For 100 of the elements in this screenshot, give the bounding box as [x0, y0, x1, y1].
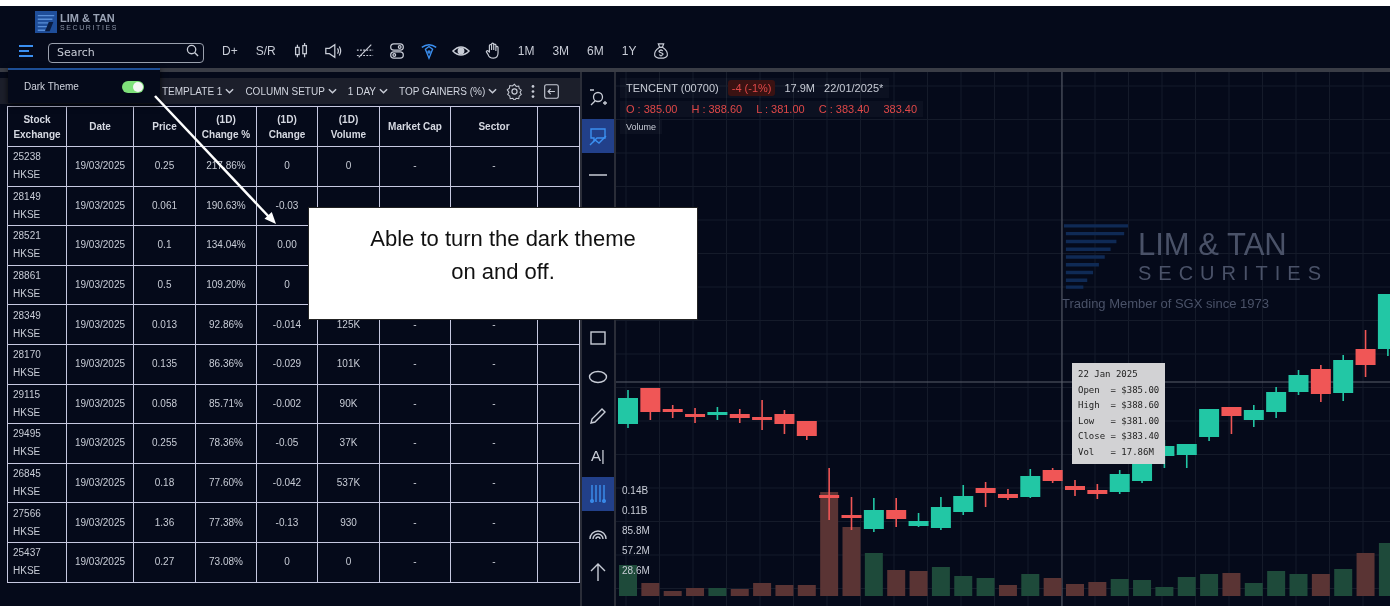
volume-bar [1244, 583, 1263, 596]
toolbar-button[interactable]: 1Y [619, 44, 639, 58]
table-cell: - [492, 477, 496, 489]
column-header: (1D) Volume [317, 106, 380, 147]
settings-icon[interactable] [506, 82, 524, 100]
table-cell: 0.18 [154, 477, 175, 489]
change-badge: -4 (-1%) [727, 80, 776, 96]
dropdown-button[interactable]: 1 DAY [345, 85, 390, 97]
table-cell: 28861 HKSE [13, 270, 41, 300]
toolbar-button[interactable]: 1M [515, 44, 537, 58]
table-cell: 0.135 [152, 358, 177, 370]
toolbar-button[interactable]: 6M [585, 44, 606, 58]
watermark-tagline: SECURITIES [1138, 262, 1329, 285]
volume-bar [1311, 574, 1330, 596]
table-cell: 125K [336, 318, 361, 330]
candlestick [774, 409, 795, 435]
rectangle-icon [588, 328, 608, 348]
watermark-name: LIM & TAN [1138, 227, 1288, 263]
candlestick [1266, 386, 1287, 419]
table-cell: - [413, 437, 417, 449]
table-cell: 0.25 [154, 160, 175, 172]
table-cell: - [492, 516, 496, 528]
table-cell: 78.36% [209, 437, 243, 449]
candlestick [729, 408, 750, 424]
toolbar-button[interactable]: S/R [253, 44, 278, 58]
ohlc-value: C : 383.40 [818, 103, 870, 115]
column-header: (1D) Change [256, 106, 318, 147]
candlestick [1065, 479, 1085, 497]
table-cell: - [492, 160, 496, 172]
caret-icon [225, 88, 235, 94]
volume-bar [931, 567, 950, 596]
table-cell: 101K [336, 358, 361, 370]
price-tooltip: 22 Jan 2025 Open = $385.00 High = $388.60 Low = $381.00 Close = $383.40 Vol = 17.86M [1072, 363, 1166, 464]
fib-tool-button[interactable] [582, 477, 614, 511]
text-tool-button[interactable]: A| [582, 438, 614, 472]
toolbar-button[interactable]: 3M [550, 44, 572, 58]
candlestick [796, 420, 817, 441]
table-cell: 0 [284, 556, 290, 568]
volume-bar [797, 585, 816, 596]
table-cell: 930 [340, 516, 357, 528]
volume-label: 17.9M [784, 82, 816, 94]
table-cell: 134.04% [206, 239, 246, 251]
money-bag-icon[interactable] [652, 42, 671, 60]
menu-icon[interactable] [18, 45, 34, 57]
volume-bar [1222, 573, 1241, 596]
table-cell: 28149 HKSE [13, 190, 41, 220]
table-cell: 92.86% [209, 318, 243, 330]
hand-icon[interactable] [483, 42, 502, 60]
candlestick [1333, 354, 1354, 402]
table-cell: - [413, 556, 417, 568]
dropdown-button[interactable]: COLUMN SETUP [243, 85, 339, 97]
volume-bar [1066, 584, 1084, 596]
table-cell: -0.002 [272, 397, 302, 409]
watermark-logo-icon [1062, 222, 1130, 290]
volume-bar [708, 588, 727, 596]
candlestick [685, 407, 706, 424]
table-cell: - [413, 160, 417, 172]
speaker-icon[interactable] [323, 42, 342, 60]
volume-bar [775, 585, 794, 596]
dark-theme-toggle[interactable] [122, 80, 144, 93]
volume-bar [842, 527, 861, 596]
volume-bar [641, 583, 660, 596]
table-cell: 86.36% [209, 358, 243, 370]
candlestick [1199, 408, 1220, 442]
column-header: Market Cap [379, 106, 451, 147]
toolbar-button[interactable]: D+ [220, 44, 240, 58]
table-cell: 73.08% [209, 556, 243, 568]
table-cell: 0.5 [157, 279, 172, 291]
search-icon[interactable] [186, 44, 199, 57]
collapse-icon[interactable] [543, 82, 561, 100]
more-icon[interactable] [530, 82, 537, 100]
annotation-tool-button[interactable] [582, 119, 614, 153]
table-cell: - [413, 397, 417, 409]
table-cell: -0.13 [275, 516, 299, 528]
table-cell: 27566 HKSE [13, 507, 41, 537]
table-cell: -0.03 [275, 199, 299, 211]
candlestick [1176, 443, 1197, 469]
volume-bar [1133, 580, 1152, 596]
table-cell: -0.029 [272, 358, 302, 370]
crossed-lines-icon[interactable] [355, 42, 374, 60]
table-cell: 1.36 [154, 516, 175, 528]
date-label: 22/01/2025* [824, 82, 884, 94]
switches-icon[interactable] [387, 42, 406, 60]
table-cell: 0.1 [157, 239, 172, 251]
table-cell: 37K [339, 437, 358, 449]
candlestick [863, 497, 884, 533]
table-cell: 28521 HKSE [13, 230, 41, 260]
table-cell: 28349 HKSE [13, 309, 41, 339]
table-cell: 0.013 [152, 318, 177, 330]
table-cell: 19/03/2025 [74, 279, 126, 291]
dropdown-button[interactable]: TOP GAINERS (%) [397, 85, 500, 97]
volume-bar [1267, 571, 1286, 596]
ohlc-value: L : 381.00 [756, 103, 805, 115]
table-cell: - [413, 318, 417, 330]
pen-icon[interactable] [419, 42, 438, 60]
table-cell: 19/03/2025 [74, 358, 126, 370]
table-cell: 0.061 [152, 199, 177, 211]
search-field[interactable]: Search [48, 42, 204, 63]
dropdown-button[interactable]: TEMPLATE 1 [160, 85, 237, 97]
table-cell: - [413, 477, 417, 489]
